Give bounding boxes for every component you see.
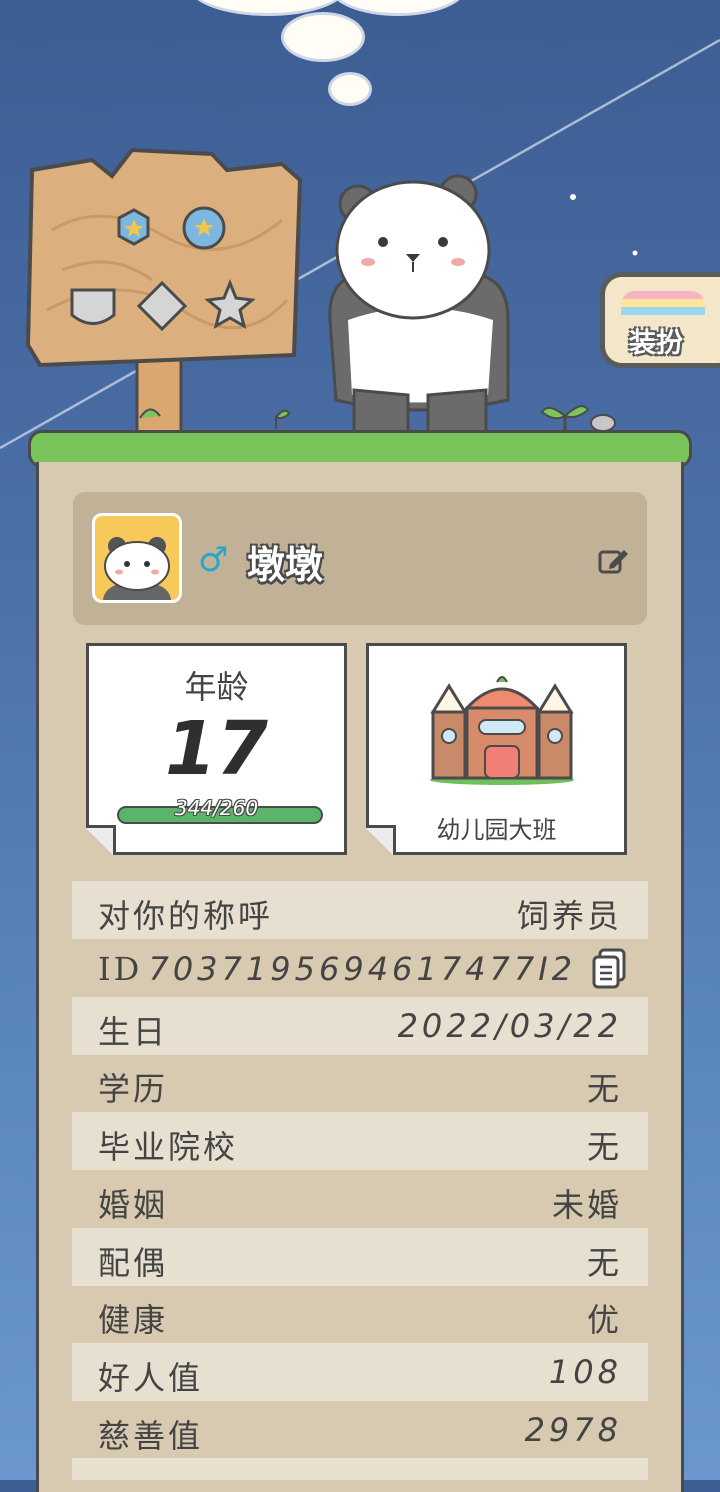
info-row-charity: 慈善值 2978 bbox=[72, 1401, 648, 1459]
info-row-education: 学历 无 bbox=[72, 1054, 648, 1112]
card-fold-corner bbox=[366, 825, 396, 855]
dress-up-button[interactable]: 装扮 bbox=[600, 272, 720, 368]
info-row-school: 毕业院校 无 bbox=[72, 1112, 648, 1170]
card-fold-corner bbox=[86, 825, 116, 855]
info-value: 2978 bbox=[524, 1411, 622, 1449]
thought-bubble-small bbox=[328, 72, 372, 106]
info-value: 饲养员 bbox=[516, 897, 622, 935]
thought-bubble-medium bbox=[281, 12, 365, 62]
info-value: 无 bbox=[586, 1070, 622, 1108]
badge-flower-blue-icon bbox=[182, 206, 226, 250]
kindergarten-building-icon bbox=[430, 676, 574, 785]
age-title: 年龄 bbox=[184, 668, 249, 706]
info-value: 无 bbox=[586, 1244, 622, 1282]
info-value: 未婚 bbox=[551, 1186, 622, 1224]
info-row-birthday: 生日 2022/03/22 bbox=[72, 997, 648, 1055]
info-row-partial bbox=[72, 1458, 648, 1480]
info-value: 无 bbox=[586, 1128, 622, 1166]
info-row-health: 健康 优 bbox=[72, 1285, 648, 1343]
badge-sign-board[interactable] bbox=[22, 140, 312, 440]
age-card[interactable]: 年龄 17 344/260 bbox=[86, 643, 347, 855]
info-value-id: 7037195694617477I2 bbox=[148, 950, 576, 988]
info-row-kindness: 好人值 108 bbox=[72, 1343, 648, 1401]
info-key: 毕业院校 bbox=[98, 1128, 239, 1166]
info-key: 对你的称呼 bbox=[98, 897, 274, 935]
info-key: 好人值 bbox=[98, 1359, 204, 1397]
info-value: 108 bbox=[548, 1353, 622, 1391]
info-key: 健康 bbox=[98, 1301, 169, 1339]
info-row-marriage: 婚姻 未婚 bbox=[72, 1170, 648, 1228]
badge-shield-icon bbox=[70, 288, 116, 325]
edit-pencil-icon[interactable] bbox=[596, 544, 630, 578]
info-row-id: ID 7037195694617477I2 bbox=[72, 940, 648, 998]
panda-avatar-icon bbox=[103, 537, 171, 600]
pet-name: 墩墩 bbox=[247, 543, 324, 587]
sprout-icon bbox=[540, 405, 590, 430]
pet-avatar[interactable] bbox=[92, 513, 182, 603]
pebble-icon bbox=[590, 414, 616, 432]
school-card[interactable]: 幼儿园大班 bbox=[366, 643, 627, 855]
info-key: 配偶 bbox=[98, 1244, 169, 1282]
male-symbol-icon: ♂ bbox=[198, 540, 229, 580]
age-progress-text: 344/260 bbox=[174, 796, 259, 820]
info-key: 生日 bbox=[98, 1013, 169, 1051]
rainbow-icon bbox=[621, 291, 705, 315]
small-sprout-icon bbox=[275, 409, 290, 429]
info-value: 2022/03/22 bbox=[397, 1007, 622, 1045]
panda-character[interactable] bbox=[318, 170, 528, 455]
dress-up-label: 装扮 bbox=[629, 328, 683, 359]
copy-icon[interactable] bbox=[592, 948, 628, 990]
info-key: 婚姻 bbox=[98, 1186, 169, 1224]
info-key: 慈善值 bbox=[98, 1417, 204, 1455]
info-key: ID bbox=[98, 950, 143, 988]
badge-star-blue-icon bbox=[117, 208, 150, 246]
info-value: 优 bbox=[586, 1301, 622, 1339]
info-key: 学历 bbox=[98, 1070, 169, 1108]
info-row-spouse: 配偶 无 bbox=[72, 1228, 648, 1286]
age-value: 17 bbox=[165, 706, 268, 792]
info-row-title: 对你的称呼 饲养员 bbox=[72, 881, 648, 939]
school-level-label: 幼儿园大班 bbox=[436, 816, 557, 844]
